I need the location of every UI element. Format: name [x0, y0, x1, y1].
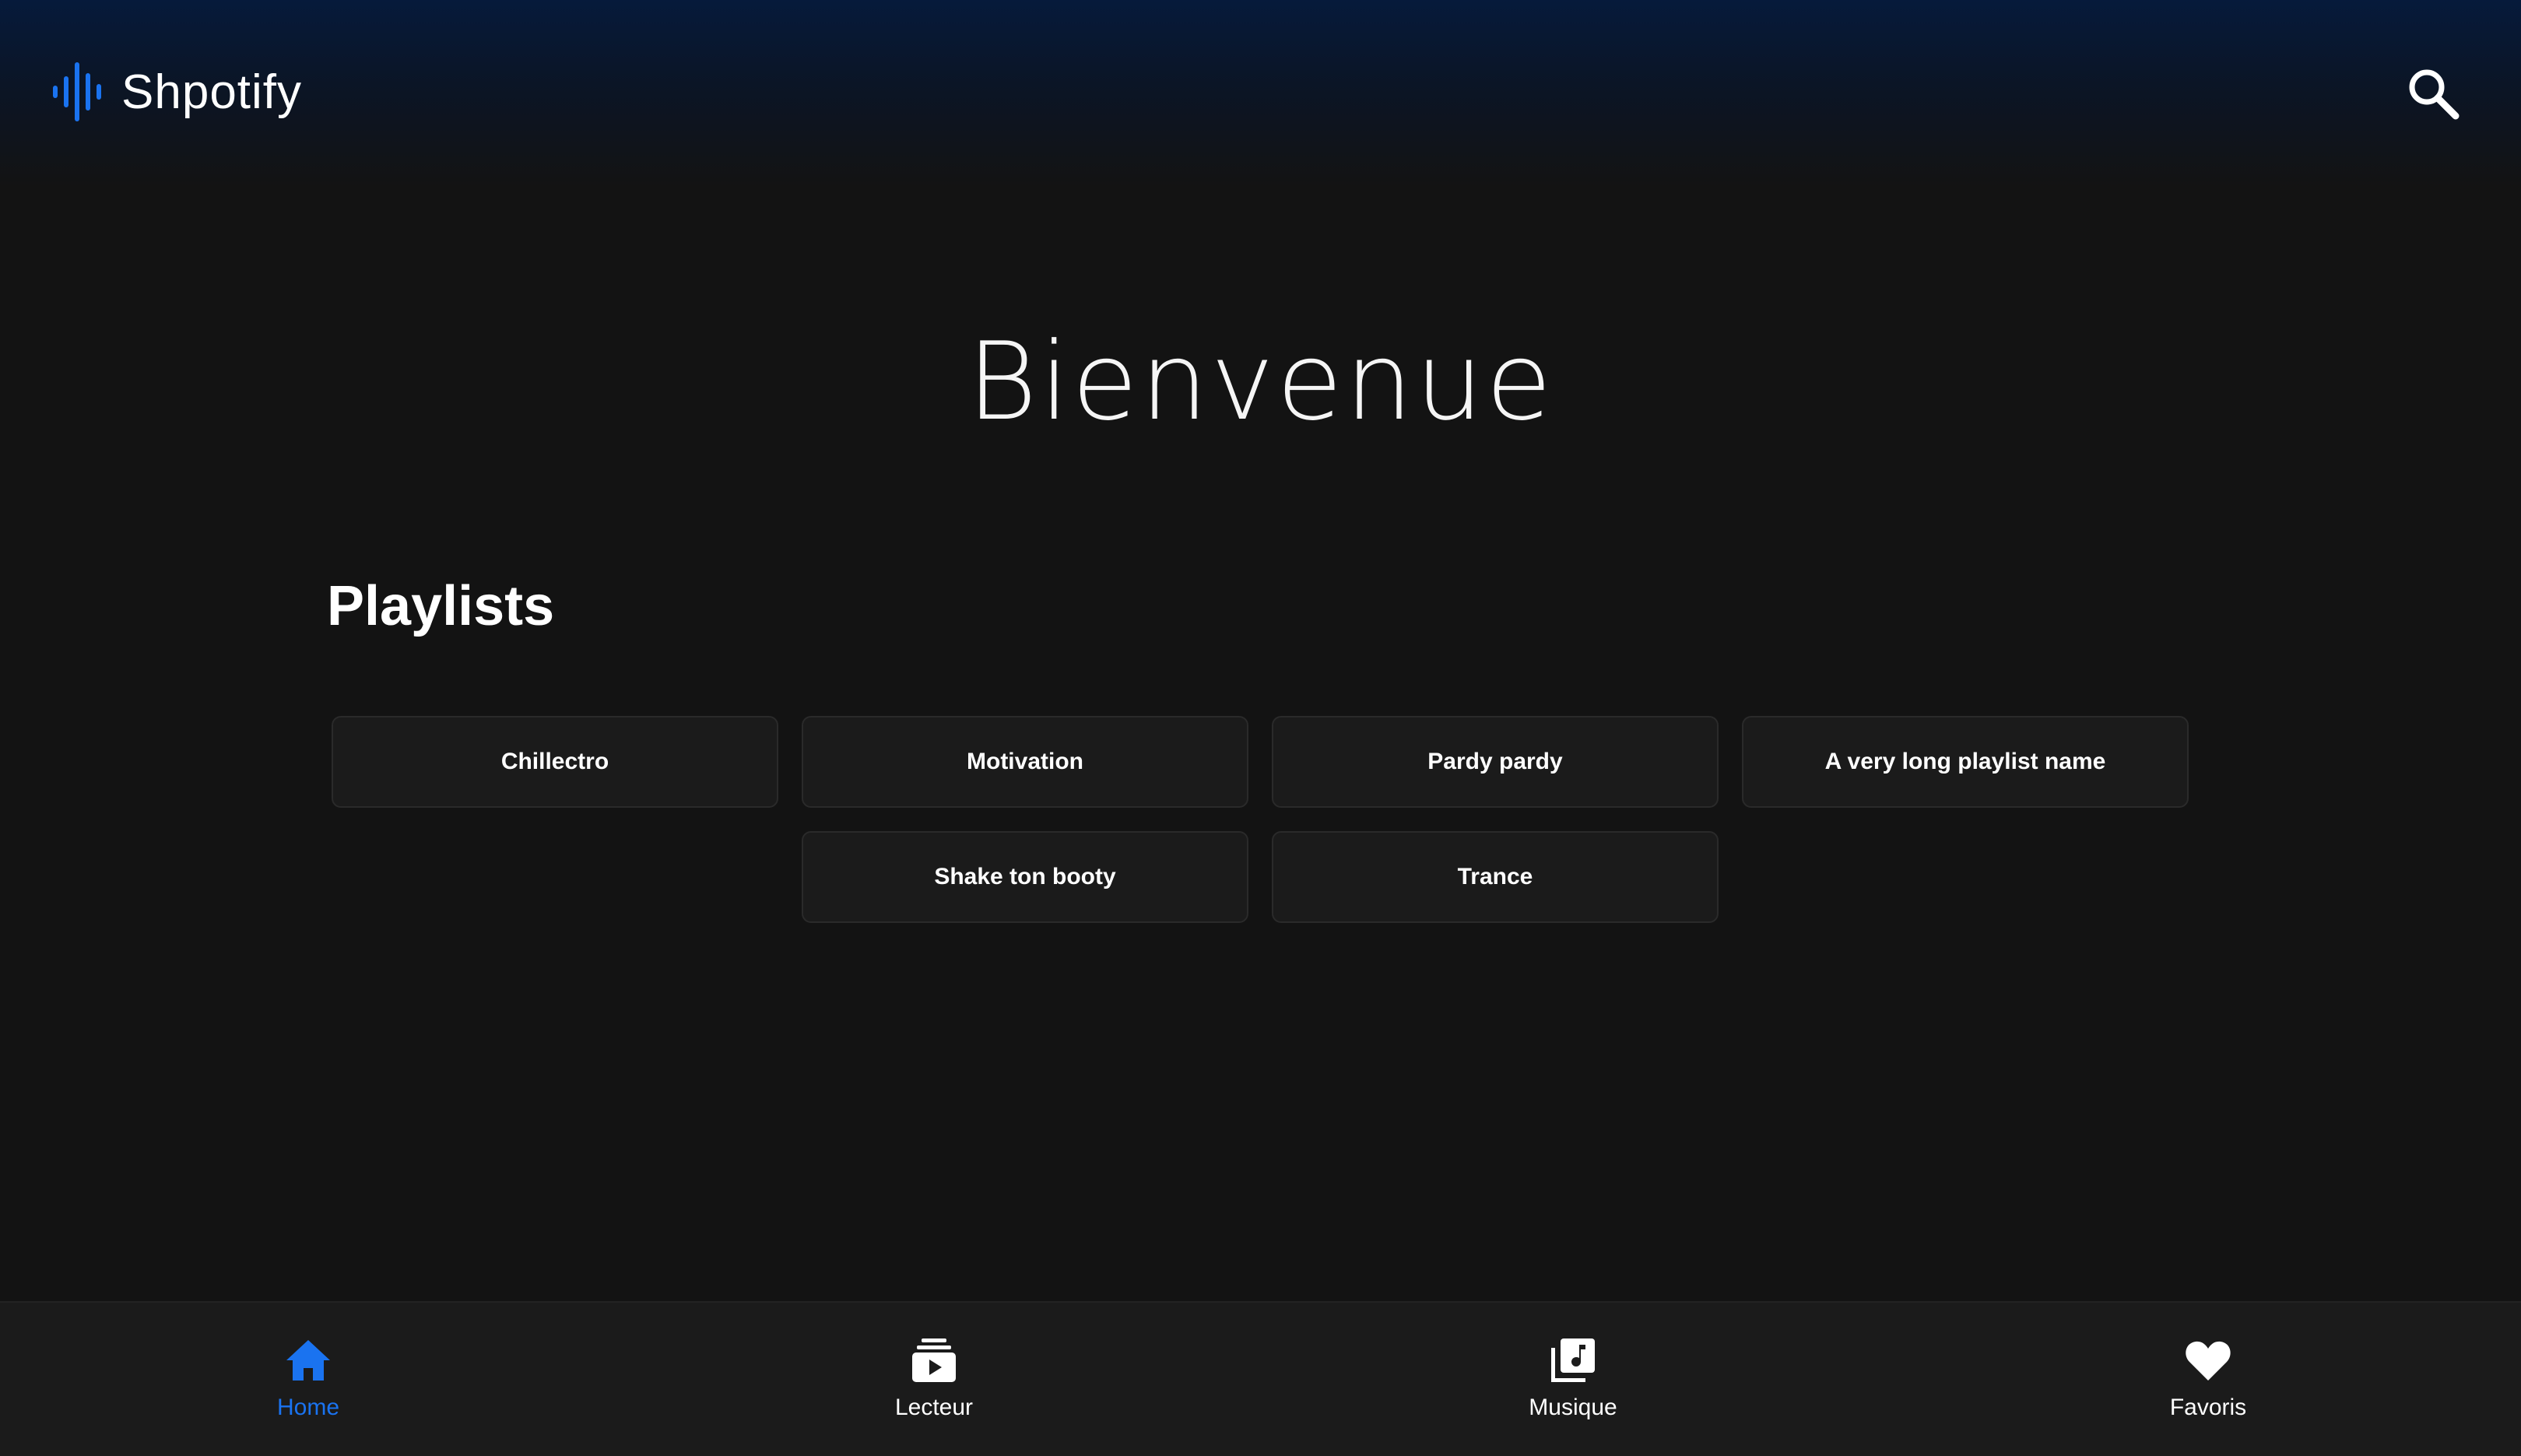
- nav-label-lecteur: Lecteur: [894, 1395, 974, 1420]
- top-app-bar: Shpotify: [0, 0, 2521, 187]
- nav-item-favoris[interactable]: Favoris: [2091, 1335, 2325, 1437]
- heart-icon: [2186, 1341, 2231, 1381]
- nav-item-home[interactable]: Home: [191, 1335, 425, 1437]
- playlist-card[interactable]: Pardy pardy: [1272, 716, 1719, 808]
- bottom-navigation: Home Lecteur Musique Favoris: [0, 1301, 2521, 1456]
- music-library-icon: [1551, 1338, 1595, 1382]
- play-queue-icon: [912, 1338, 956, 1382]
- home-icon: [286, 1340, 330, 1381]
- playlist-card[interactable]: Motivation: [802, 716, 1248, 808]
- nav-label-musique: Musique: [1529, 1395, 1617, 1420]
- welcome-heading: Bienvenue: [0, 319, 2521, 444]
- welcome-text: Bienvenue: [967, 319, 1554, 444]
- waveform-icon: [53, 62, 101, 121]
- nav-item-musique[interactable]: Musique: [1456, 1335, 1690, 1437]
- nav-label-home: Home: [276, 1395, 340, 1420]
- nav-item-lecteur[interactable]: Lecteur: [817, 1335, 1051, 1437]
- playlist-card[interactable]: Chillectro: [332, 716, 778, 808]
- search-button[interactable]: [2402, 62, 2464, 125]
- playlist-card[interactable]: A very long playlist name: [1742, 716, 2189, 808]
- playlist-card[interactable]: Trance: [1272, 831, 1719, 923]
- brand[interactable]: Shpotify: [51, 59, 302, 125]
- search-icon: [2409, 69, 2460, 120]
- playlist-card[interactable]: Shake ton booty: [802, 831, 1248, 923]
- playlists-heading: Playlists: [327, 575, 555, 637]
- nav-label-favoris: Favoris: [2169, 1395, 2247, 1420]
- app-title: Shpotify: [121, 65, 303, 119]
